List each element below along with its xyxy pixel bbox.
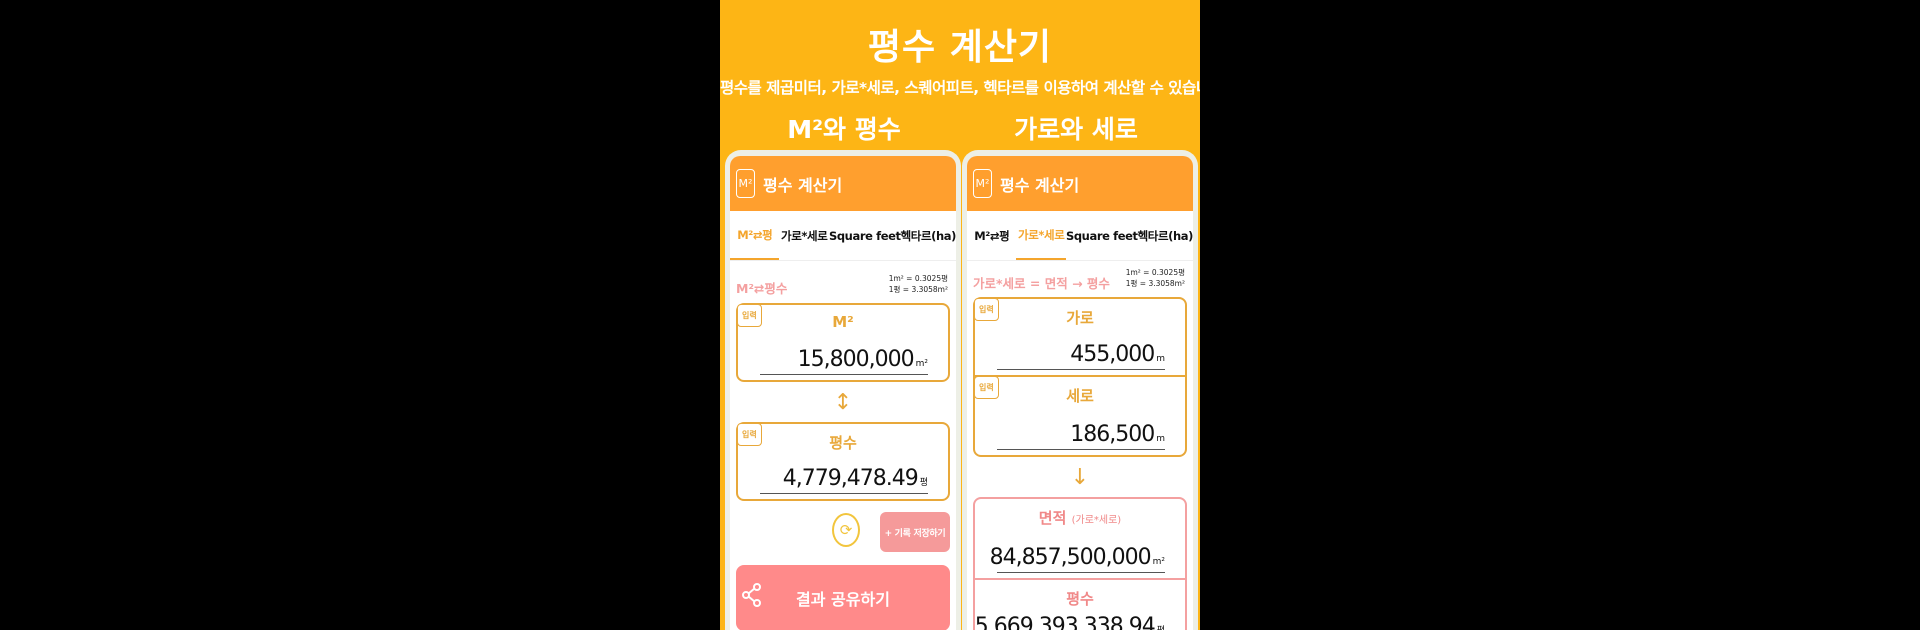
share-result-button[interactable]: 결과 공유하기: [736, 565, 950, 630]
app-header: M² 평수 계산기: [730, 156, 956, 211]
tab-m2-pyeong[interactable]: M²⇄평: [967, 211, 1016, 260]
height-value: 186,500 m: [1070, 422, 1165, 447]
input-underline: [997, 369, 1165, 370]
banner-title: 평수 계산기: [867, 27, 1053, 68]
section-title: M²⇄평수: [736, 281, 788, 296]
up-down-arrow-icon: ↕: [833, 389, 853, 415]
tab-width-height[interactable]: 가로*세로: [779, 211, 828, 260]
result-panel: 면적 (가로*세로) 84,857,500,000 m² 평수 25,669,39…: [973, 497, 1187, 630]
pyeong-result: 평수 25,669,393,338.94평: [975, 578, 1185, 630]
pyeong-value: 4,779,478.49 평: [782, 466, 928, 491]
action-row: ⟳ + 기록 저장하기: [730, 501, 956, 563]
m2-app-icon: M²: [973, 169, 992, 198]
tab-square-feet[interactable]: Square feet: [1066, 211, 1138, 260]
unit-label: m: [1156, 354, 1165, 364]
pyeong-input-field[interactable]: 입력 평수 4,779,478.49 평: [736, 422, 950, 501]
unit-label: 평: [919, 478, 928, 488]
input-underline: [997, 449, 1165, 450]
input-underline: [760, 374, 928, 375]
input-underline: [760, 493, 928, 494]
share-label: 결과 공유하기: [796, 590, 890, 609]
phone-frame-left: M² 평수 계산기 M²⇄평 가로*세로 Square feet 헥타르(ha)…: [725, 150, 961, 630]
app-header: M² 평수 계산기: [967, 156, 1193, 211]
width-value: 455,000 m: [1070, 342, 1165, 367]
tab-hectare[interactable]: 헥타르(ha): [1138, 211, 1193, 260]
tab-bar: M²⇄평 가로*세로 Square feet 헥타르(ha): [730, 211, 956, 261]
app-screen-left: M² 평수 계산기 M²⇄평 가로*세로 Square feet 헥타르(ha)…: [730, 156, 956, 630]
down-arrow-icon: ↓: [1070, 464, 1090, 490]
m2-app-icon: M²: [736, 169, 755, 198]
area-result: 면적 (가로*세로) 84,857,500,000 m²: [975, 499, 1185, 578]
section-header: 가로*세로 = 면적 → 평수 1m² = 0.3025평 1평 = 3.305…: [967, 261, 1193, 297]
right-column-label: 가로와 세로: [1014, 115, 1138, 144]
conversion-reference: 1m² = 0.3025평 1평 = 3.3058m²: [1126, 267, 1185, 289]
tab-hectare[interactable]: 헥타르(ha): [901, 211, 956, 260]
banner-subtitle: 평수를 제곱미터, 가로*세로, 스퀘어피트, 헥타르를 이용하여 계산할 수 …: [720, 79, 1200, 97]
unit-label: 평: [1157, 626, 1165, 630]
m2-value: 15,800,000 m²: [797, 347, 928, 372]
tab-square-feet[interactable]: Square feet: [829, 211, 901, 260]
save-record-button[interactable]: + 기록 저장하기: [880, 512, 950, 552]
tab-bar: M²⇄평 가로*세로 Square feet 헥타르(ha): [967, 211, 1193, 261]
m2-label: M²: [832, 313, 854, 331]
share-icon: [742, 583, 762, 613]
pyeong-result-value: 25,669,393,338.94평: [975, 614, 1165, 630]
phone-frame-right: M² 평수 계산기 M²⇄평 가로*세로 Square feet 헥타르(ha)…: [962, 150, 1198, 630]
height-label: 세로: [1066, 387, 1094, 405]
height-input-field[interactable]: 입력 세로 186,500 m: [973, 376, 1187, 457]
section-title: 가로*세로 = 면적 → 평수: [973, 276, 1110, 291]
left-column-label: M²와 평수: [787, 115, 901, 144]
area-label: 면적 (가로*세로): [1038, 509, 1122, 527]
refresh-icon[interactable]: ⟳: [832, 513, 860, 547]
section-header: M²⇄평수 1m² = 0.3025평 1평 = 3.3058m²: [730, 261, 956, 303]
m2-input-field[interactable]: 입력 M² 15,800,000 m²: [736, 303, 950, 382]
area-value: 84,857,500,000 m²: [989, 545, 1165, 570]
pyeong-result-label: 평수: [1066, 590, 1094, 608]
conversion-reference: 1m² = 0.3025평 1평 = 3.3058m²: [889, 273, 948, 295]
app-title: 평수 계산기: [1000, 175, 1080, 195]
width-input-field[interactable]: 입력 가로 455,000 m: [973, 297, 1187, 377]
unit-label: m²: [915, 359, 928, 369]
reference-line: 1평 = 3.3058m²: [888, 285, 948, 294]
reference-line: 1m² = 0.3025평: [888, 274, 948, 283]
result-underline: [997, 572, 1165, 573]
unit-label: m²: [1152, 557, 1165, 567]
tab-m2-pyeong[interactable]: M²⇄평: [730, 211, 780, 260]
unit-label: m: [1156, 434, 1165, 444]
reference-line: 1m² = 0.3025평: [1125, 268, 1185, 277]
reference-line: 1평 = 3.3058m²: [1125, 279, 1185, 288]
screenshot-canvas: 평수 계산기 평수를 제곱미터, 가로*세로, 스퀘어피트, 헥타르를 이용하여…: [720, 0, 1200, 630]
area-label-note: (가로*세로): [1071, 515, 1122, 526]
pyeong-label: 평수: [829, 434, 857, 452]
app-screen-right: M² 평수 계산기 M²⇄평 가로*세로 Square feet 헥타르(ha)…: [967, 156, 1193, 630]
width-label: 가로: [1066, 309, 1094, 327]
tab-width-height[interactable]: 가로*세로: [1016, 211, 1066, 260]
app-title: 평수 계산기: [763, 175, 843, 195]
